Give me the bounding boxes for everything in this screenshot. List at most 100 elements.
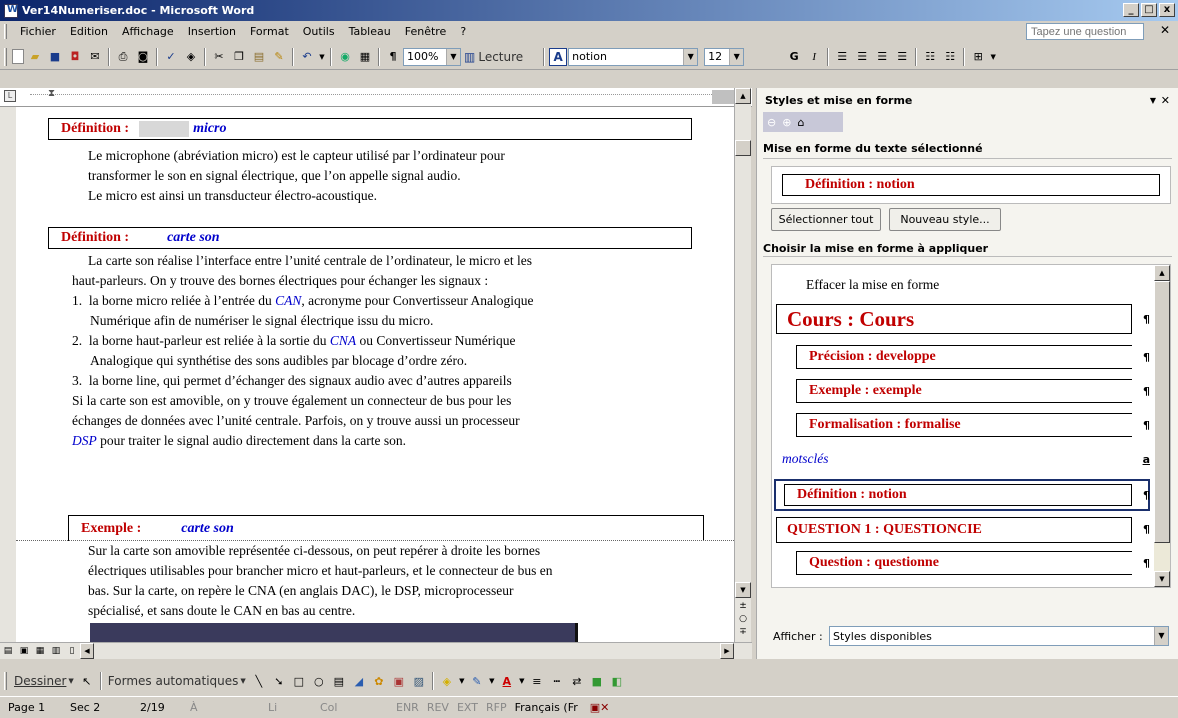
style-item-question1[interactable]: QUESTION 1 : QUESTIONCIE xyxy=(776,517,1132,543)
styles-pane-icon[interactable]: A xyxy=(549,47,568,66)
italic-button[interactable]: I xyxy=(805,48,823,66)
borders-dropdown-icon[interactable]: ▼ xyxy=(989,48,997,66)
style-item-precision[interactable]: Précision : developpe xyxy=(796,345,1132,369)
scroll-down-icon[interactable]: ▼ xyxy=(1154,571,1170,587)
status-overtype[interactable]: RFP xyxy=(482,701,511,714)
hyperlink-icon[interactable]: ◉ xyxy=(336,48,354,66)
help-search-input[interactable] xyxy=(1026,23,1144,40)
align-left-icon[interactable]: ☰ xyxy=(833,48,851,66)
font-color-icon[interactable]: A xyxy=(498,672,516,690)
menu-help[interactable]: ? xyxy=(453,25,473,38)
show-formatting-icon[interactable]: ¶ xyxy=(384,48,402,66)
select-all-button[interactable]: Sélectionner tout xyxy=(771,208,881,231)
horizontal-ruler[interactable]: L ⧗ xyxy=(0,88,752,107)
maximize-button[interactable]: □ xyxy=(1141,3,1157,17)
line-color-icon[interactable]: ✎ xyxy=(468,672,486,690)
page-view-icon[interactable]: ▦ xyxy=(33,642,47,660)
styles-list[interactable]: Effacer la mise en forme Cours : Cours ¶… xyxy=(771,264,1171,588)
3d-icon[interactable]: ◧ xyxy=(608,672,626,690)
save-icon[interactable]: ■ xyxy=(46,48,64,66)
scroll-right-icon[interactable]: ▶ xyxy=(720,643,734,659)
menu-outils[interactable]: Outils xyxy=(296,25,342,38)
clipart-icon[interactable]: ▣ xyxy=(390,672,408,690)
style-item-exemple[interactable]: Exemple : exemple xyxy=(796,379,1132,403)
pane-close-icon[interactable]: ✕ xyxy=(1161,94,1170,107)
outline-view-icon[interactable]: ▥ xyxy=(49,642,63,660)
status-extend[interactable]: EXT xyxy=(453,701,482,714)
autoshapes-button[interactable]: Formes automatiques ▼ xyxy=(105,671,249,691)
copy-icon[interactable]: ❐ xyxy=(230,48,248,66)
font-size-select[interactable]: 12 ▼ xyxy=(704,47,745,66)
scroll-left-icon[interactable]: ◀ xyxy=(80,643,94,659)
bold-button[interactable]: G xyxy=(785,48,803,66)
menu-fichier[interactable]: Fichier xyxy=(13,25,63,38)
open-folder-icon[interactable]: ▰ xyxy=(26,48,44,66)
show-select[interactable]: Styles disponibles ▼ xyxy=(829,626,1169,646)
numbering-icon[interactable]: ☷ xyxy=(921,48,939,66)
line-style-icon[interactable]: ≡ xyxy=(528,672,546,690)
select-objects-icon[interactable]: ↖ xyxy=(78,672,96,690)
term-link-cna[interactable]: CNA xyxy=(330,333,356,348)
home-icon[interactable]: ⌂ xyxy=(797,116,804,129)
spelling-status-icon[interactable]: ▣✕ xyxy=(582,701,618,714)
dash-style-icon[interactable]: ┅ xyxy=(548,672,566,690)
draw-menu-button[interactable]: Dessiner ▼ xyxy=(11,671,77,691)
close-button[interactable]: x xyxy=(1159,3,1175,17)
font-color-dropdown-icon[interactable]: ▼ xyxy=(518,672,526,690)
forward-icon[interactable]: ⊕ xyxy=(782,116,791,129)
undo-icon[interactable]: ↶ xyxy=(298,48,316,66)
new-style-button[interactable]: Nouveau style... xyxy=(889,208,1001,231)
style-item-formalisation[interactable]: Formalisation : formalise xyxy=(796,413,1132,437)
scroll-thumb[interactable] xyxy=(735,140,751,156)
status-revision[interactable]: REV xyxy=(423,701,453,714)
style-select[interactable]: notion ▼ xyxy=(568,47,699,66)
fill-dropdown-icon[interactable]: ▼ xyxy=(458,672,466,690)
spelling-icon[interactable]: ✓ xyxy=(162,48,180,66)
print-preview-icon[interactable]: ◙ xyxy=(134,48,152,66)
pane-menu-icon[interactable]: ▼ xyxy=(1150,96,1156,105)
web-view-icon[interactable]: ▣ xyxy=(17,642,31,660)
arrow-style-icon[interactable]: ⇄ xyxy=(568,672,586,690)
back-icon[interactable]: ⊖ xyxy=(767,116,776,129)
wordart-icon[interactable]: ◢ xyxy=(350,672,368,690)
minimize-button[interactable]: _ xyxy=(1123,3,1139,17)
cut-icon[interactable]: ✂ xyxy=(210,48,228,66)
menu-insertion[interactable]: Insertion xyxy=(181,25,243,38)
menu-format[interactable]: Format xyxy=(243,25,296,38)
styles-list-scrollbar[interactable]: ▲ ▼ xyxy=(1154,265,1170,587)
term-link-can[interactable]: CAN xyxy=(275,293,301,308)
email-icon[interactable]: ✉ xyxy=(86,48,104,66)
indent-marker-icon[interactable]: ⧗ xyxy=(48,88,55,99)
menu-fenetre[interactable]: Fenêtre xyxy=(398,25,454,38)
diagram-icon[interactable]: ✿ xyxy=(370,672,388,690)
oval-icon[interactable]: ○ xyxy=(310,672,328,690)
style-item-question[interactable]: Question : questionne xyxy=(796,551,1132,575)
align-right-icon[interactable]: ☰ xyxy=(873,48,891,66)
textbox-icon[interactable]: ▤ xyxy=(330,672,348,690)
justify-icon[interactable]: ☰ xyxy=(893,48,911,66)
scroll-up-icon[interactable]: ▲ xyxy=(1154,265,1170,281)
document-page[interactable]: Définition : micro Le microphone (abrévi… xyxy=(16,107,734,642)
rectangle-icon[interactable]: □ xyxy=(290,672,308,690)
vertical-scrollbar[interactable]: ▲ ▼ ± ○ ∓ xyxy=(734,88,751,642)
reading-mode-button[interactable]: ▥ Lecture xyxy=(461,47,526,67)
toolbar-grip[interactable] xyxy=(4,47,7,66)
scroll-down-icon[interactable]: ▼ xyxy=(735,582,751,598)
close-document-icon[interactable]: ✕ xyxy=(1160,23,1170,37)
scroll-up-icon[interactable]: ▲ xyxy=(735,88,751,104)
format-painter-icon[interactable]: ✎ xyxy=(270,48,288,66)
menu-edition[interactable]: Edition xyxy=(63,25,115,38)
line-color-dropdown-icon[interactable]: ▼ xyxy=(488,672,496,690)
arrow-icon[interactable]: ➘ xyxy=(270,672,288,690)
status-record[interactable]: ENR xyxy=(392,701,423,714)
fill-color-icon[interactable]: ◈ xyxy=(438,672,456,690)
term-link-dsp[interactable]: DSP xyxy=(72,433,97,448)
shadow-icon[interactable]: ■ xyxy=(588,672,606,690)
undo-dropdown-icon[interactable]: ▼ xyxy=(318,48,326,66)
status-language[interactable]: Français (Fr xyxy=(511,701,582,714)
clear-format-item[interactable]: Effacer la mise en forme xyxy=(806,277,939,293)
menu-affichage[interactable]: Affichage xyxy=(115,25,181,38)
tab-selector-icon[interactable]: L xyxy=(4,90,16,102)
selected-style[interactable]: Définition : notion xyxy=(782,174,1160,196)
style-item-definition[interactable]: Définition : notion xyxy=(784,484,1132,506)
